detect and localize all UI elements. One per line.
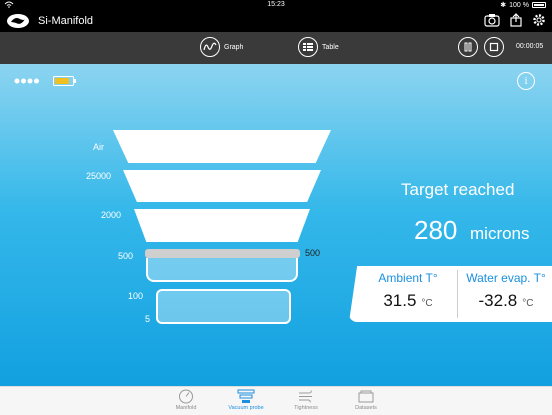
camera-icon[interactable] <box>484 13 500 27</box>
graph-button[interactable]: Graph <box>200 37 243 57</box>
tab-vacuum-probe-label: Vacuum probe <box>228 405 264 411</box>
tab-tightness[interactable]: Tightness <box>276 389 336 411</box>
vacuum-reading-value: 280 <box>414 215 458 245</box>
bluetooth-icon: ✱ <box>500 2 507 9</box>
vacuum-probe-icon <box>237 389 255 403</box>
tab-datasets-label: Datasets <box>355 405 377 411</box>
share-icon[interactable] <box>510 13 522 27</box>
signal-dots-icon <box>14 78 39 84</box>
ambient-temp-unit: °C <box>421 298 433 309</box>
funnel-segment-100 <box>156 289 291 324</box>
wind-icon <box>299 390 312 403</box>
ambient-temp: Ambient T° 31.5 °C <box>359 266 457 322</box>
tab-manifold[interactable]: Manifold <box>156 389 216 411</box>
ambient-temp-label: Ambient T° <box>378 271 438 285</box>
ambient-temp-value: 31.5 <box>383 291 417 310</box>
table-button[interactable]: Table <box>298 37 339 57</box>
tab-tightness-label: Tightness <box>294 405 318 411</box>
clock: 15:23 <box>267 1 285 8</box>
pause-button[interactable] <box>458 37 478 57</box>
toolbar: Graph Table 00:00:05 <box>0 32 552 64</box>
funnel-segment-500 <box>146 258 298 282</box>
tab-bar: Manifold Vacuum probe Tightness Datasets <box>0 386 552 415</box>
battery-icon <box>532 2 546 8</box>
temperature-card: Ambient T° 31.5 °C Water evap. T° -32.8 °C <box>349 266 552 322</box>
funnel-segment-25000 <box>123 170 321 202</box>
scale-label-500: 500 <box>118 251 134 261</box>
funnel-segment-2000 <box>134 209 310 242</box>
table-icon <box>298 37 318 57</box>
scale-label-air: Air <box>93 142 104 152</box>
tab-vacuum-probe[interactable]: Vacuum probe <box>216 389 276 411</box>
water-evap-temp: Water evap. T° -32.8 °C <box>460 266 552 322</box>
probe-battery-icon <box>53 76 76 86</box>
info-button[interactable]: i <box>517 72 535 90</box>
tab-manifold-label: Manifold <box>175 405 197 411</box>
app-title: Si-Manifold <box>38 15 94 27</box>
scale-label-2000: 2000 <box>101 210 122 220</box>
scale-label-25000: 25000 <box>86 171 112 181</box>
tab-datasets[interactable]: Datasets <box>336 389 396 411</box>
app-logo <box>7 14 29 28</box>
scale-label-5: 5 <box>145 314 151 324</box>
folder-icon <box>358 390 374 403</box>
gauge-icon <box>179 389 193 404</box>
card-divider <box>457 270 458 318</box>
marker-value-label: 500 <box>305 248 321 258</box>
stop-icon <box>489 42 499 52</box>
nav-bar: Si-Manifold <box>0 10 552 32</box>
vacuum-probe-panel: i Air 25000 2000 500 100 5 500 Target re… <box>0 64 552 386</box>
stop-button[interactable] <box>484 37 504 57</box>
graph-label: Graph <box>224 43 244 51</box>
elapsed-timer: 00:00:05 <box>516 43 544 50</box>
funnel-segment-air <box>113 130 331 163</box>
status-message: Target reached <box>401 180 515 199</box>
water-evap-temp-label: Water evap. T° <box>466 271 546 285</box>
status-bar: 15:23 ✱ 100 % <box>0 0 552 10</box>
scale-label-100: 100 <box>128 291 144 301</box>
vacuum-reading-unit: microns <box>470 224 530 243</box>
water-evap-temp-value: -32.8 <box>478 291 518 310</box>
battery-percent: 100 % <box>509 1 529 9</box>
water-evap-temp-unit: °C <box>522 298 534 309</box>
pause-icon <box>464 42 472 52</box>
table-label: Table <box>322 43 339 51</box>
settings-gear-icon[interactable] <box>532 13 546 27</box>
wave-icon <box>200 37 220 57</box>
level-marker-500 <box>145 249 300 258</box>
